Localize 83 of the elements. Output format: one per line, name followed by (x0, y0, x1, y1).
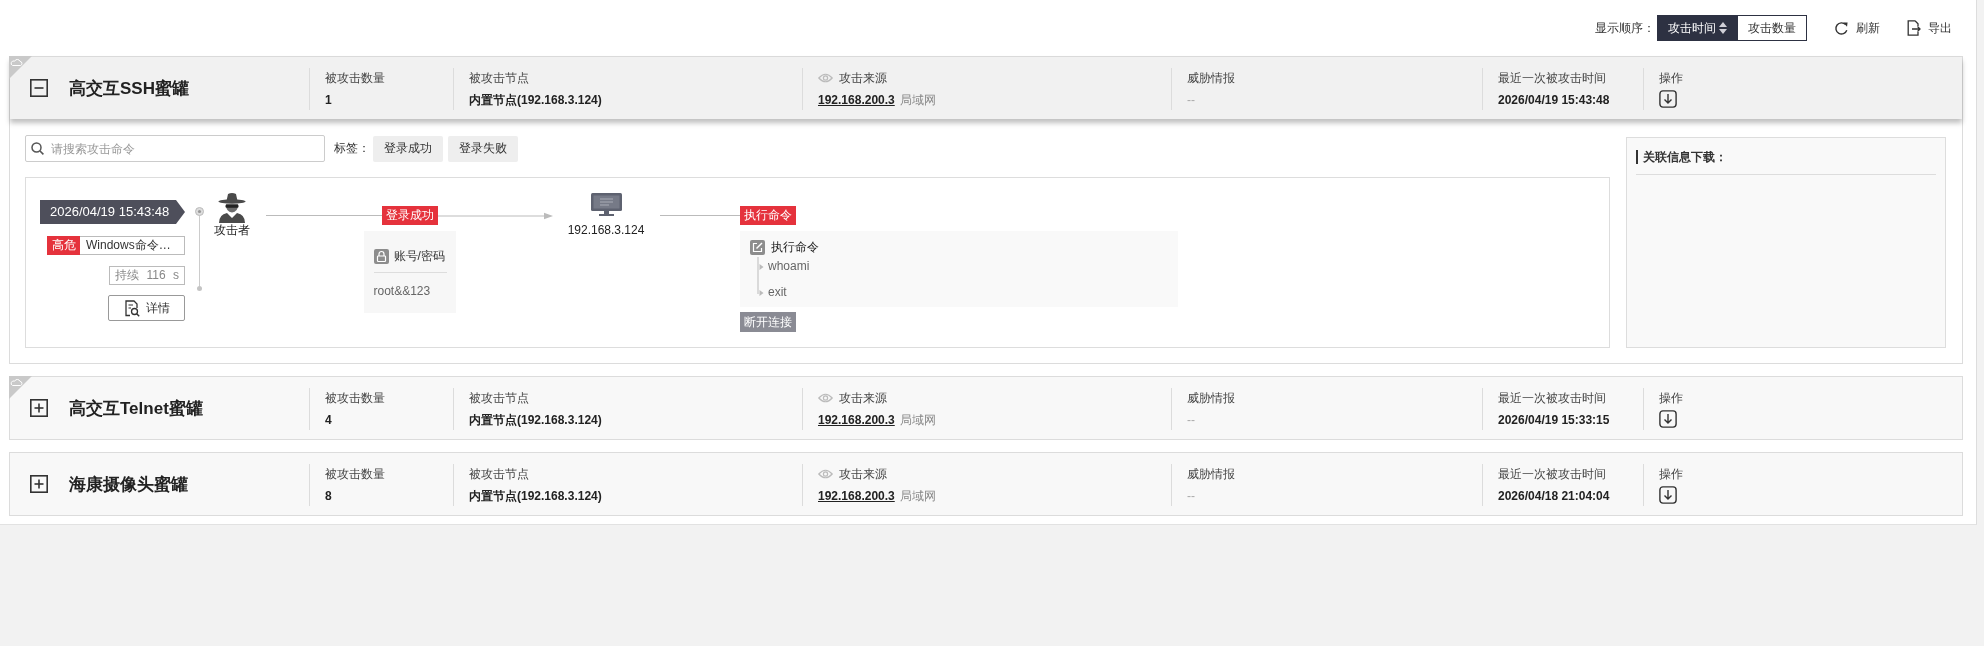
field-label: 被攻击节点 (469, 390, 529, 406)
field-label: 被攻击数量 (325, 70, 385, 86)
sort-label: 显示顺序： (1595, 19, 1655, 37)
field-label: 被攻击数量 (325, 466, 385, 482)
source-ip-link[interactable]: 192.168.200.3 (818, 412, 895, 428)
export-icon (1907, 20, 1921, 36)
field-label: 攻击来源 (839, 70, 887, 86)
disconnect-tag: 断开连接 (740, 312, 796, 332)
tags-label: 标签： (334, 140, 370, 157)
honeypot-name: 高交互SSH蜜罐 (69, 77, 189, 100)
network-type: 局域网 (899, 92, 936, 108)
duration-badge: 持续 116 s (109, 266, 185, 285)
monitor-icon (590, 193, 622, 216)
field-value: 2026/04/19 15:43:48 (1498, 92, 1610, 108)
network-type: 局域网 (899, 488, 936, 504)
source-ip-link[interactable]: 192.168.200.3 (818, 92, 895, 108)
field-label: 被攻击节点 (469, 466, 529, 482)
time-tag: 2026/04/19 15:43:48 (40, 200, 185, 224)
field-label: 威胁情报 (1187, 70, 1235, 86)
field-value: -- (1187, 488, 1195, 504)
expand-icon[interactable] (30, 399, 48, 417)
field-label: 攻击来源 (839, 390, 887, 406)
field-label: 最近一次被攻击时间 (1498, 390, 1606, 406)
panel-title: 关联信息下载： (1636, 150, 1727, 164)
eye-icon (818, 469, 833, 479)
login-success-tag: 登录成功 (382, 206, 438, 225)
search-field[interactable]: 请搜索攻击命令 (25, 135, 325, 162)
field-label: 威胁情报 (1187, 466, 1235, 482)
attacker-label: 攻击者 (214, 223, 250, 237)
refresh-icon (1834, 20, 1849, 36)
tag-filter-button[interactable]: 登录成功 (373, 135, 443, 162)
collapse-icon[interactable] (30, 79, 48, 97)
severity-badge: 高危 (47, 236, 80, 255)
target-ip: 192.168.3.124 (567, 223, 645, 237)
field-label: 最近一次被攻击时间 (1498, 466, 1606, 482)
field-label: 攻击来源 (839, 466, 887, 482)
alert-name: Windows命令… (80, 236, 185, 255)
honeypot-name: 高交互Telnet蜜罐 (69, 397, 203, 420)
field-label: 威胁情报 (1187, 390, 1235, 406)
field-label: 操作 (1659, 466, 1683, 482)
field-label: 操作 (1659, 390, 1683, 406)
field-value: -- (1187, 92, 1195, 108)
command-title: 执行命令 (771, 239, 819, 256)
network-type: 局域网 (899, 412, 936, 428)
field-value: 8 (325, 488, 332, 504)
document-search-icon (123, 299, 140, 317)
expand-icon[interactable] (30, 475, 48, 493)
honeypot-name: 海康摄像头蜜罐 (69, 473, 188, 496)
eye-icon (818, 393, 833, 403)
source-ip-link[interactable]: 192.168.200.3 (818, 488, 895, 504)
field-value: 1 (325, 92, 332, 108)
sort-icon (1719, 22, 1727, 34)
field-value: 4 (325, 412, 332, 428)
field-label: 最近一次被攻击时间 (1498, 70, 1606, 86)
tree-connector (756, 257, 764, 297)
command-tag: 执行命令 (740, 206, 796, 225)
refresh-button[interactable]: 刷新 (1834, 19, 1880, 37)
eye-icon (818, 73, 833, 83)
tag-filter-button[interactable]: 登录失败 (448, 135, 518, 162)
spy-icon (216, 191, 248, 223)
field-label: 被攻击数量 (325, 390, 385, 406)
command-text: whoami (768, 258, 810, 274)
credential-title: 账号/密码 (393, 247, 445, 265)
sort-option-button[interactable]: 攻击时间 (1657, 15, 1738, 41)
field-value: 内置节点(192.168.3.124) (469, 412, 602, 428)
sort-option-button[interactable]: 攻击数量 (1738, 15, 1807, 41)
field-value: 内置节点(192.168.3.124) (469, 488, 602, 504)
field-value: 2026/04/18 21:04:04 (1498, 488, 1610, 504)
details-button[interactable]: 详情 (108, 295, 185, 321)
edit-icon (750, 240, 765, 255)
lock-icon (373, 248, 389, 264)
field-value: 内置节点(192.168.3.124) (469, 92, 602, 108)
search-icon (31, 142, 44, 155)
export-button[interactable]: 导出 (1907, 19, 1952, 37)
field-value: -- (1187, 412, 1195, 428)
download-icon[interactable] (1659, 410, 1677, 428)
download-icon[interactable] (1659, 90, 1677, 108)
credential-value: root&&123 (373, 284, 432, 298)
download-icon[interactable] (1659, 486, 1677, 504)
field-label: 操作 (1659, 70, 1683, 86)
command-text: exit (768, 284, 787, 300)
field-label: 被攻击节点 (469, 70, 529, 86)
field-value: 2026/04/19 15:33:15 (1498, 412, 1610, 428)
